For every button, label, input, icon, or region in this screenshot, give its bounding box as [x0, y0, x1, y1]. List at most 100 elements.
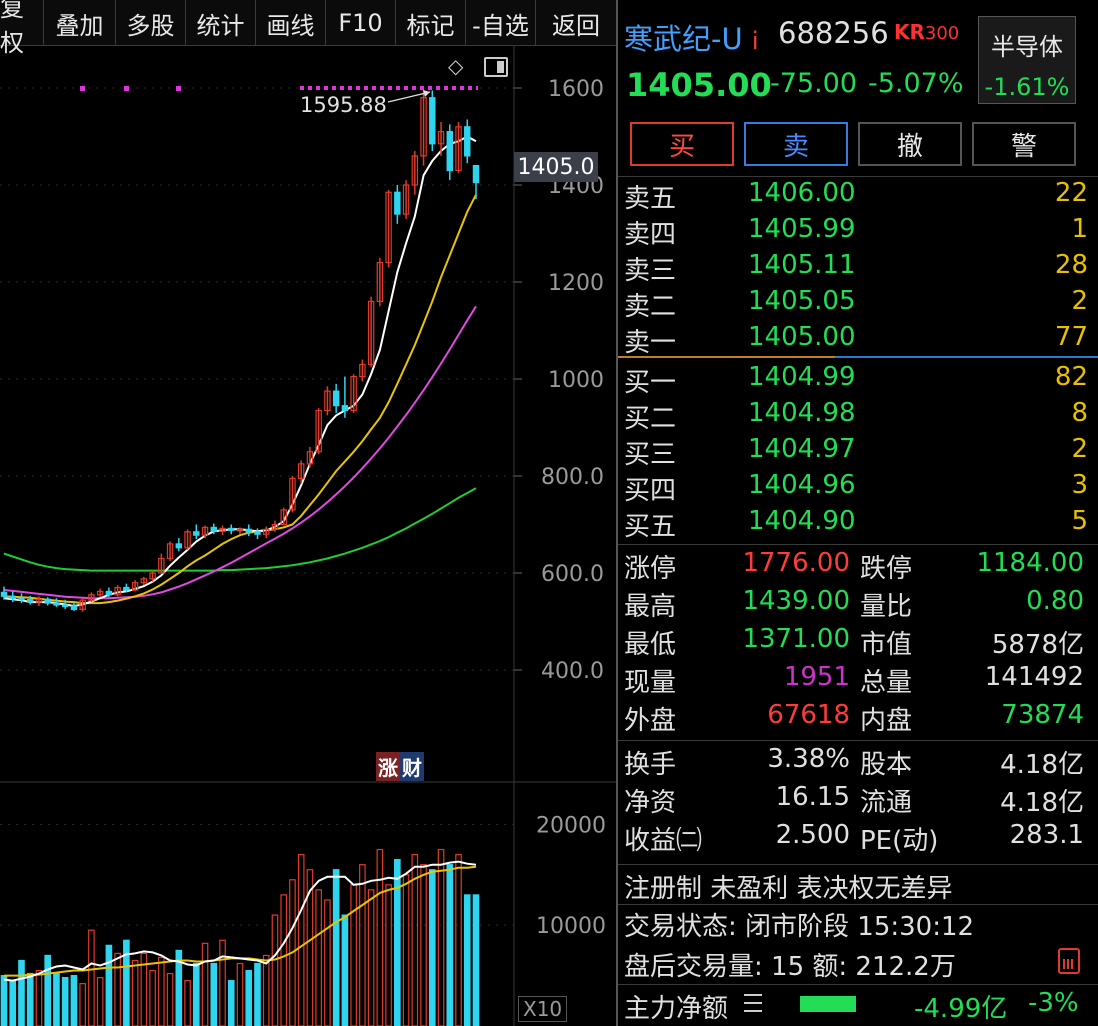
candle-body: [464, 126, 471, 157]
level-price: 1405.05: [748, 286, 856, 316]
toolbar-overlay[interactable]: 叠加: [44, 0, 116, 46]
toolbar-f10[interactable]: F10: [326, 0, 396, 46]
level-price: 1405.11: [748, 250, 856, 280]
level-label: 买二: [624, 404, 677, 434]
level-volume: 1: [1071, 214, 1088, 244]
order-book-row[interactable]: 卖三 1405.11 28: [618, 250, 1098, 286]
toolbar-draw-line[interactable]: 画线: [256, 0, 326, 46]
candle-body: [245, 528, 252, 533]
level-volume: 2: [1071, 286, 1088, 316]
cancel-order-button[interactable]: 撤: [858, 122, 962, 166]
volume-bar: [201, 942, 209, 1026]
candle-body: [193, 531, 200, 536]
volume-bar: [131, 959, 139, 1026]
book-divider: [618, 356, 1098, 358]
order-book-row[interactable]: 买二 1404.98 8: [618, 398, 1098, 434]
candle-body: [27, 599, 34, 603]
stat-outer: 外盘 67618: [624, 700, 850, 736]
toolbar-fuquan[interactable]: 复权: [0, 0, 44, 57]
toolbar-mark[interactable]: 标记: [396, 0, 466, 46]
mainflow-pct: -3%: [1028, 988, 1079, 1018]
order-book-row[interactable]: 卖二 1405.05 2: [618, 286, 1098, 322]
sector-box[interactable]: 半导体 -1.61%: [978, 16, 1076, 104]
info-flag[interactable]: i: [752, 27, 759, 55]
volume-bar: [96, 976, 104, 1026]
volume-bar: [332, 869, 340, 1026]
volume-bar: [18, 959, 25, 1026]
sell-button[interactable]: 卖: [744, 122, 848, 166]
order-book-row[interactable]: 卖一 1405.00 77: [618, 322, 1098, 358]
level-volume: 5: [1071, 506, 1088, 536]
volume-bar: [420, 864, 427, 1026]
volume-bar: [472, 894, 480, 1026]
fund-float: 流通 4.18亿: [860, 788, 1084, 818]
candle-body: [228, 527, 235, 531]
marker-dot: [124, 86, 129, 91]
mainflow-bar: [800, 996, 856, 1012]
candle-body: [70, 605, 78, 610]
buy-button[interactable]: 买: [630, 122, 734, 166]
ma20-line: [3, 305, 477, 600]
toolbar-back[interactable]: 返回: [536, 0, 616, 46]
candle-body: [105, 590, 113, 596]
ma10-line: [3, 194, 477, 605]
candle-body: [0, 591, 8, 597]
volume-bar: [446, 864, 454, 1026]
volume-bar: [350, 884, 357, 1026]
level-price: 1404.96: [748, 470, 856, 500]
volume-bar: [210, 962, 218, 1026]
volume-bar: [376, 848, 384, 1026]
order-book-row[interactable]: 买四 1404.96 3: [618, 470, 1098, 506]
stat-current-volume: 现量 1951: [624, 662, 850, 698]
level-volume: 22: [1054, 178, 1088, 208]
level-volume: 77: [1054, 322, 1088, 352]
toolbar-multi-stock[interactable]: 多股: [116, 0, 186, 46]
fund-pe: PE(动) 283.1: [860, 820, 1084, 856]
price-change-pct: -5.07%: [868, 68, 964, 99]
alert-button[interactable]: 警: [972, 122, 1076, 166]
panel-toggle-icon[interactable]: [484, 57, 508, 77]
volume-bar: [341, 914, 349, 1026]
candle-body: [123, 586, 130, 591]
bar-chart-icon[interactable]: [1058, 948, 1080, 974]
diamond-icon[interactable]: ◇: [448, 56, 468, 76]
level-volume: 28: [1054, 250, 1088, 280]
level-label: 卖三: [624, 256, 677, 286]
volume-bar: [149, 969, 156, 1026]
level-label: 卖二: [624, 292, 677, 322]
order-book-row[interactable]: 买五 1404.90 5: [618, 506, 1098, 542]
volume-bar: [88, 929, 95, 1026]
level-price: 1404.99: [748, 362, 856, 392]
stat-inner: 内盘 73874: [860, 700, 1084, 736]
trade-buttons: 买 卖 撤 警: [630, 122, 1086, 166]
volume-bar: [123, 939, 130, 1026]
stat-high: 最高 1439.00: [624, 586, 850, 622]
menu-icon[interactable]: [744, 994, 762, 1012]
toolbar-statistics[interactable]: 统计: [186, 0, 256, 46]
order-book-row[interactable]: 卖五 1406.00 22: [618, 178, 1098, 214]
candle-body: [429, 97, 436, 145]
kline-chart-area[interactable]: 1600 1400 1200 1000 800.0 600.0 400.0 20000 1000…: [0, 46, 616, 1026]
after-hours: 盘后交易量: 15 额: 212.2万: [624, 952, 956, 982]
volume-bar: [245, 969, 253, 1026]
volume-bar: [455, 853, 462, 1026]
divider: [618, 904, 1098, 905]
kline-chart[interactable]: 1600140012001000800.0600.0400.0200001000…: [0, 46, 616, 1026]
volume-bar: [402, 874, 410, 1026]
candle-body: [472, 164, 480, 184]
toolbar-watchlist[interactable]: -自选: [466, 0, 536, 46]
order-book-row[interactable]: 买一 1404.99 82: [618, 362, 1098, 398]
price-axis-label: 1200: [548, 271, 604, 296]
toolbar: 复权 叠加 多股 统计 画线 F10 标记 -自选 返回: [0, 0, 616, 57]
source-badge-cai: 财: [400, 752, 424, 781]
order-book-row[interactable]: 卖四 1405.99 1: [618, 214, 1098, 250]
volume-bar: [428, 869, 436, 1026]
price-change: -75.00: [770, 68, 858, 99]
level-volume: 2: [1071, 434, 1088, 464]
volume-bar: [184, 980, 191, 1026]
fund-shares: 股本 4.18亿: [860, 750, 1084, 780]
volume-bar: [324, 899, 331, 1026]
mainflow-value: -4.99亿: [914, 994, 1008, 1024]
candle-body: [332, 390, 340, 407]
order-book-row[interactable]: 买三 1404.97 2: [618, 434, 1098, 470]
